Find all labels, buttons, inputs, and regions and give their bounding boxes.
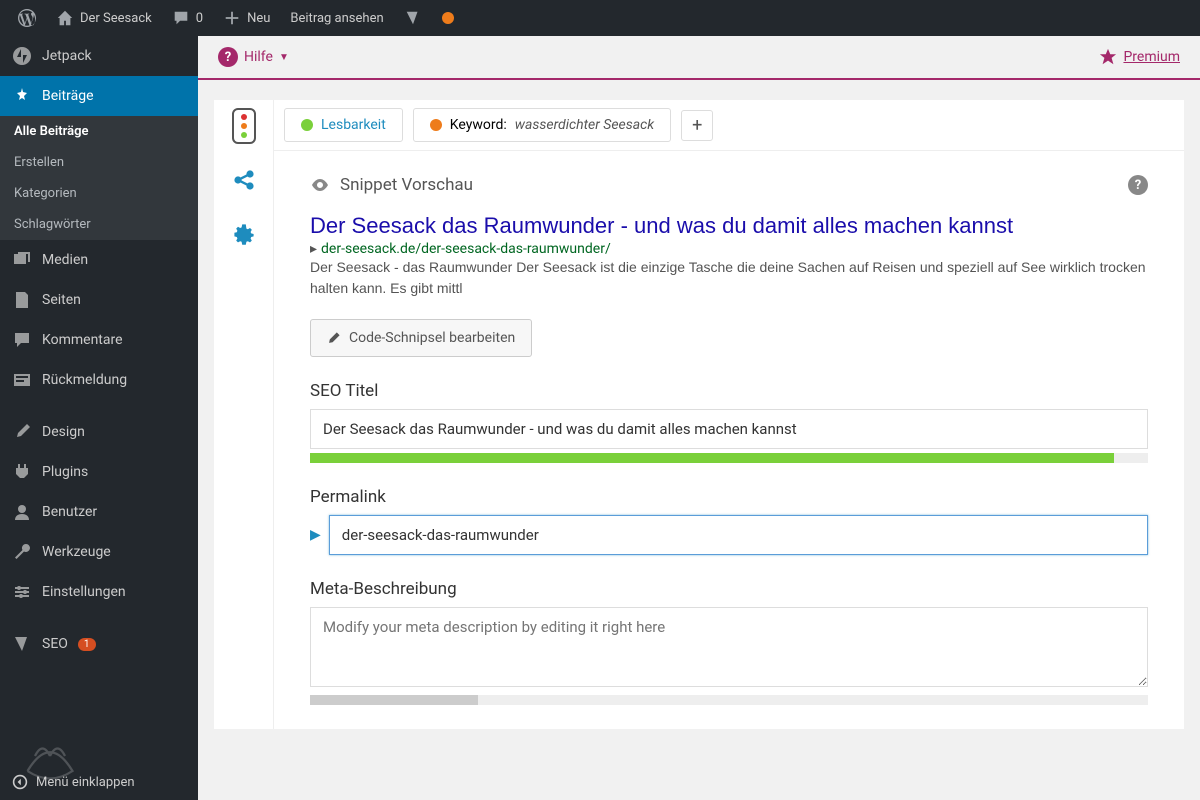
sidebar-sub-all-posts[interactable]: Alle Beiträge	[0, 116, 198, 147]
sidebar-item-feedback[interactable]: Rückmeldung	[0, 360, 198, 400]
home-icon	[56, 9, 74, 27]
chevron-down-icon: ▼	[279, 52, 289, 63]
main-content: ? Hilfe ▼ Premium	[198, 36, 1200, 800]
sidebar-item-posts[interactable]: Beiträge	[0, 76, 198, 116]
green-dot-icon	[301, 119, 313, 131]
seo-tab-social[interactable]	[230, 166, 258, 194]
feedback-icon	[12, 370, 32, 390]
view-post-link[interactable]: Beitrag ansehen	[280, 0, 393, 36]
tab-add-keyword[interactable]: +	[681, 110, 713, 141]
tab-keyword[interactable]: Keyword: wasserdichter Seesack	[413, 108, 671, 142]
traffic-light-icon	[232, 108, 256, 144]
seo-tab-row: Lesbarkeit Keyword: wasserdichter Seesac…	[274, 100, 1184, 151]
yoast-icon	[404, 9, 422, 27]
top-strip: ? Hilfe ▼ Premium	[198, 36, 1200, 80]
sidebar-item-design[interactable]: Design	[0, 412, 198, 452]
new-label: Neu	[247, 11, 270, 26]
yoast-seo-icon	[12, 634, 32, 654]
meta-desc-label: Meta-Beschreibung	[310, 579, 1148, 599]
seo-title-input[interactable]	[310, 409, 1148, 449]
eye-icon	[310, 175, 330, 195]
seo-title-progress	[310, 453, 1148, 463]
meta-desc-input[interactable]	[310, 607, 1148, 687]
seo-tab-advanced[interactable]	[230, 220, 258, 248]
snippet-help-button[interactable]: ?	[1128, 175, 1148, 195]
sidebar-item-pages[interactable]: Seiten	[0, 280, 198, 320]
sidebar-posts-submenu: Alle Beiträge Erstellen Kategorien Schla…	[0, 116, 198, 240]
share-icon	[232, 168, 256, 192]
snippet-preview-url: ▸ der-seesack.de/der-seesack-das-raumwun…	[310, 241, 1148, 257]
wp-logo[interactable]	[8, 0, 46, 36]
meta-desc-progress	[310, 695, 1148, 705]
gear-icon	[232, 222, 256, 246]
seo-badge: 1	[78, 638, 96, 651]
watermark	[10, 726, 90, 790]
site-home-link[interactable]: Der Seesack	[46, 0, 162, 36]
sidebar-item-media[interactable]: Medien	[0, 240, 198, 280]
help-icon: ?	[218, 47, 238, 67]
arrow-right-icon: ▶	[310, 527, 321, 543]
sidebar-item-seo[interactable]: SEO 1	[0, 624, 198, 664]
sidebar-sub-tags[interactable]: Schlagwörter	[0, 209, 198, 240]
pencil-icon	[327, 331, 341, 345]
arrow-right-icon: ▸	[310, 241, 317, 257]
pin-icon	[12, 86, 32, 106]
status-dot	[432, 0, 464, 36]
edit-snippet-button[interactable]: Code-Schnipsel bearbeiten	[310, 319, 532, 357]
permalink-label: Permalink	[310, 487, 1148, 507]
star-icon	[1099, 48, 1117, 66]
seo-title-group: SEO Titel	[310, 381, 1148, 463]
comments-count: 0	[196, 11, 203, 26]
snippet-preview-title: Der Seesack das Raumwunder - und was du …	[310, 213, 1148, 239]
media-icon	[12, 250, 32, 270]
admin-sidebar: Jetpack Beiträge Alle Beiträge Erstellen…	[0, 36, 198, 800]
meta-desc-group: Meta-Beschreibung	[310, 579, 1148, 705]
sidebar-item-users[interactable]: Benutzer	[0, 492, 198, 532]
comments-icon	[12, 330, 32, 350]
sidebar-item-settings[interactable]: Einstellungen	[0, 572, 198, 612]
premium-link[interactable]: Premium	[1099, 48, 1180, 66]
sliders-icon	[12, 582, 32, 602]
comment-icon	[172, 9, 190, 27]
seo-tab-content[interactable]	[230, 112, 258, 140]
admin-bar: Der Seesack 0 Neu Beitrag ansehen	[0, 0, 1200, 36]
orange-dot-icon	[442, 12, 454, 24]
comments-link[interactable]: 0	[162, 0, 213, 36]
sidebar-sub-categories[interactable]: Kategorien	[0, 178, 198, 209]
seo-panel-content: Lesbarkeit Keyword: wasserdichter Seesac…	[274, 100, 1184, 729]
brush-icon	[12, 422, 32, 442]
sidebar-item-jetpack[interactable]: Jetpack	[0, 36, 198, 76]
site-title: Der Seesack	[80, 11, 152, 26]
snippet-preview: Der Seesack das Raumwunder - und was du …	[310, 213, 1148, 299]
plus-icon	[223, 9, 241, 27]
sidebar-sub-create[interactable]: Erstellen	[0, 147, 198, 178]
seo-panel: Lesbarkeit Keyword: wasserdichter Seesac…	[214, 100, 1184, 729]
tab-readability[interactable]: Lesbarkeit	[284, 108, 403, 142]
plugin-icon	[12, 462, 32, 482]
new-link[interactable]: Neu	[213, 0, 280, 36]
page-icon	[12, 290, 32, 310]
jetpack-icon	[12, 46, 32, 66]
user-icon	[12, 502, 32, 522]
snippet-section: Snippet Vorschau ? Der Seesack das Raumw…	[274, 151, 1184, 729]
sidebar-item-comments[interactable]: Kommentare	[0, 320, 198, 360]
sidebar-item-tools[interactable]: Werkzeuge	[0, 532, 198, 572]
seo-title-label: SEO Titel	[310, 381, 1148, 401]
wrench-icon	[12, 542, 32, 562]
wordpress-icon	[18, 9, 36, 27]
seo-panel-sidebar	[214, 100, 274, 729]
snippet-preview-desc: Der Seesack - das Raumwunder Der Seesack…	[310, 257, 1148, 299]
permalink-group: Permalink ▶	[310, 487, 1148, 555]
snippet-header: Snippet Vorschau ?	[310, 175, 1148, 195]
sidebar-item-plugins[interactable]: Plugins	[0, 452, 198, 492]
permalink-input[interactable]	[329, 515, 1148, 555]
help-link[interactable]: ? Hilfe ▼	[218, 47, 289, 67]
yoast-indicator[interactable]	[394, 0, 432, 36]
orange-dot-icon	[430, 119, 442, 131]
